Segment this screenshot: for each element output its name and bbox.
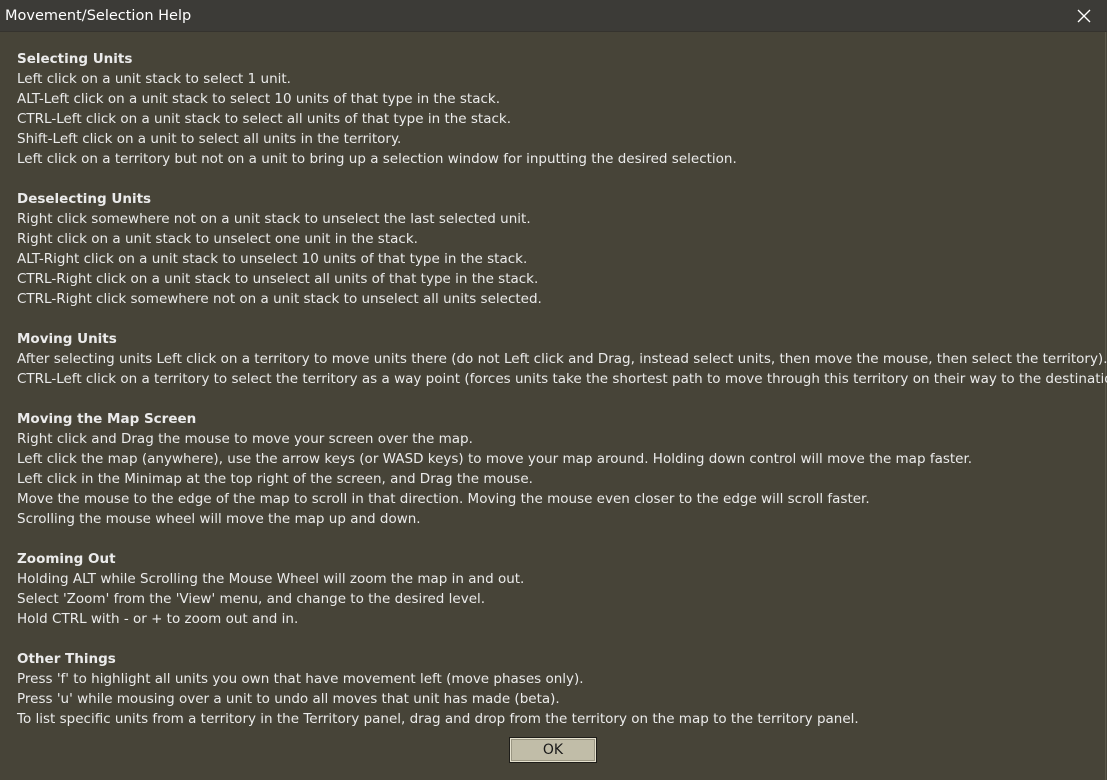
section-heading: Selecting Units — [17, 51, 133, 67]
section-heading: Moving Units — [17, 331, 117, 347]
help-line: CTRL-Left click on a unit stack to selec… — [17, 111, 512, 127]
help-line: Shift-Left click on a unit to select all… — [17, 131, 402, 147]
section-heading: Moving the Map Screen — [17, 411, 197, 427]
help-section: Moving the Map Screen Right click and Dra… — [17, 409, 1102, 529]
help-section: Selecting Units Left click on a unit stac… — [17, 49, 1102, 169]
help-content-panel: Selecting Units Left click on a unit stac… — [0, 32, 1107, 780]
help-line: ALT-Left click on a unit stack to select… — [17, 91, 501, 107]
help-line: Holding ALT while Scrolling the Mouse Wh… — [17, 571, 525, 587]
help-line: CTRL-Right click somewhere not on a unit… — [17, 291, 542, 307]
help-section: Zooming Out Holding ALT while Scrolling t… — [17, 549, 1102, 629]
help-line: Hold CTRL with - or + to zoom out and in… — [17, 611, 299, 627]
help-line: Left click on a unit stack to select 1 u… — [17, 71, 291, 87]
help-text: Selecting Units Left click on a unit stac… — [17, 49, 1107, 729]
close-button[interactable] — [1061, 0, 1107, 31]
help-line: Select 'Zoom' from the 'View' menu, and … — [17, 591, 486, 607]
section-heading: Other Things — [17, 651, 116, 667]
help-line: CTRL-Left click on a territory to select… — [17, 371, 1107, 387]
help-line: Left click the map (anywhere), use the a… — [17, 451, 973, 467]
close-icon — [1077, 9, 1091, 23]
help-line: To list specific units from a territory … — [17, 711, 859, 727]
help-section: Moving Units After selecting units Left c… — [17, 329, 1107, 389]
help-dialog: Movement/Selection Help Selecting Units L… — [0, 0, 1107, 780]
help-line: After selecting units Left click on a te… — [17, 351, 1107, 367]
help-line: ALT-Right click on a unit stack to unsel… — [17, 251, 528, 267]
help-line: Scrolling the mouse wheel will move the … — [17, 511, 421, 527]
help-line: Press 'u' while mousing over a unit to u… — [17, 691, 560, 707]
help-line: Left click in the Minimap at the top rig… — [17, 471, 533, 487]
help-line: Right click and Drag the mouse to move y… — [17, 431, 473, 447]
help-line: CTRL-Right click on a unit stack to unse… — [17, 271, 539, 287]
help-line: Left click on a territory but not on a u… — [17, 151, 737, 167]
window-title: Movement/Selection Help — [5, 8, 192, 24]
help-section: Other Things Press 'f' to highlight all u… — [17, 649, 1102, 729]
ok-button[interactable]: OK — [509, 737, 597, 763]
title-bar[interactable]: Movement/Selection Help — [0, 0, 1107, 32]
section-heading: Deselecting Units — [17, 191, 152, 207]
help-line: Right click somewhere not on a unit stac… — [17, 211, 531, 227]
help-section: Deselecting Units Right click somewhere n… — [17, 189, 1102, 309]
help-line: Right click on a unit stack to unselect … — [17, 231, 418, 247]
help-line: Press 'f' to highlight all units you own… — [17, 671, 584, 687]
help-line: Move the mouse to the edge of the map to… — [17, 491, 870, 507]
section-heading: Zooming Out — [17, 551, 116, 567]
